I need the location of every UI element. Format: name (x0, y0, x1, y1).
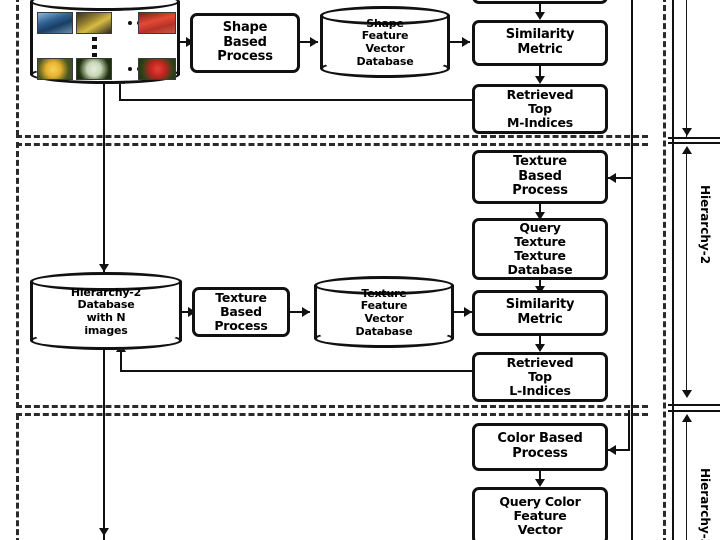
shape-feature-vector-database-label: Shape Feature Vector Database (356, 16, 414, 68)
feedback-l-vertical (120, 352, 122, 371)
hierarchy2-arrow-top-head (682, 128, 692, 136)
arrow-shape-process-to-shape-db (310, 37, 318, 47)
dot (91, 45, 97, 49)
dot (91, 37, 97, 41)
region-divider-1-bottom (16, 135, 648, 138)
feedback-m-vertical (119, 84, 121, 100)
query-color-feature-vector-box[interactable]: Query Color Feature Vector (472, 487, 608, 540)
query-texture-texture-database-box[interactable]: Query Texture Texture Database (472, 218, 608, 280)
hierarchy2-database: Hierarchy-2 Database with N images (30, 272, 182, 350)
similarity-metric-1-box[interactable]: Similarity Metric (472, 20, 608, 66)
feedback-l-horizontal (120, 370, 472, 372)
similarity-metric-2-box[interactable]: Similarity Metric (472, 290, 608, 336)
region-border-left-hierarchy3 (16, 414, 19, 540)
dot (128, 67, 132, 71)
yellow-rose-thumbnail (37, 58, 73, 80)
trunk-line-db1-to-db2 (103, 82, 105, 272)
arrow-similarity2-to-retrieved-l (535, 344, 545, 352)
shape-feature-vector-database: Shape Feature Vector Database (320, 6, 450, 78)
shape-based-process-box[interactable]: Shape Based Process (190, 13, 300, 73)
hierarchy-tick-1b (668, 142, 720, 144)
arrow-trunk-hierarchy3 (99, 528, 109, 536)
dot (128, 21, 132, 25)
column-ellipsis (80, 36, 108, 58)
arrow-query-shape-to-similarity1 (535, 12, 545, 20)
hierarchy-tick-2b (668, 410, 720, 412)
trunk-line-db2-to-hierarchy3 (103, 348, 105, 540)
arrow-shape-db-to-similarity1 (462, 37, 470, 47)
query-shape-feature-vector-box[interactable] (472, 0, 608, 4)
hierarchy-tick-1 (668, 137, 720, 139)
right-rail-outer (672, 0, 674, 540)
right-rail-inner (631, 0, 633, 540)
color-based-process-box[interactable]: Color Based Process (472, 423, 608, 471)
hierarchy3-arrow-top (682, 414, 692, 422)
hierarchy2-database-label: Hierarchy-2 Database with N images (70, 285, 142, 337)
retrieved-top-l-indices-box[interactable]: Retrieved Top L-Indices (472, 352, 608, 402)
arrow-texture-db-to-similarity2 (464, 307, 472, 317)
texture-feature-vector-database-label: Texture Feature Vector Database (355, 286, 413, 338)
region-divider-3-top (16, 413, 648, 416)
region-border-left-hierarchy2 (16, 142, 19, 408)
hierarchy2-span-line (686, 150, 687, 390)
database-thumbnail-grid (34, 2, 176, 80)
feedback-m-horizontal (119, 99, 472, 101)
region-divider-2-top (16, 143, 648, 146)
texture-feature-vector-database: Texture Feature Vector Database (314, 276, 454, 348)
yellow-vehicle-thumbnail (76, 12, 112, 34)
arrow-rail-to-color-process (608, 445, 616, 455)
texture-based-process-query-box[interactable]: Texture Based Process (472, 150, 608, 204)
arrow-trunk-into-db2 (99, 264, 109, 272)
arrow-texture-process-to-texture-db (302, 307, 310, 317)
hierarchy2-arrow-span-head (682, 390, 692, 398)
retrieved-top-m-indices-box[interactable]: Retrieved Top M-Indices (472, 84, 608, 134)
diagram-canvas: Hierarchy-2 Hierarchy-3 Shape Based Proc… (0, 0, 720, 540)
arrow-color-process-to-query-color (535, 479, 545, 487)
hierarchy-2-label: Hierarchy-2 (698, 185, 712, 265)
hierarchy3-span-line (686, 418, 687, 540)
top-image-database (30, 0, 180, 84)
region-border-left-hierarchy1 (16, 0, 19, 136)
hierarchy2-arrow-bottom-start (682, 146, 692, 154)
red-car-thumbnail (138, 12, 176, 34)
region-divider-2-bottom (16, 405, 648, 408)
arrow-rail-to-texture-process (608, 173, 616, 183)
arrow-similarity1-to-retrieved-m (535, 76, 545, 84)
white-flower-thumbnail (76, 58, 112, 80)
region-border-right-dashed (663, 0, 666, 540)
texture-based-process-box[interactable]: Texture Based Process (192, 287, 290, 337)
dot (91, 53, 97, 57)
hierarchy-3-label: Hierarchy-3 (698, 468, 712, 540)
hierarchy-tick-2 (668, 404, 720, 406)
red-rose-thumbnail (138, 58, 176, 80)
rail-to-color-process-vertical (628, 410, 630, 450)
hierarchy2-extent-line (686, 0, 687, 139)
blue-bus-thumbnail (37, 12, 73, 34)
